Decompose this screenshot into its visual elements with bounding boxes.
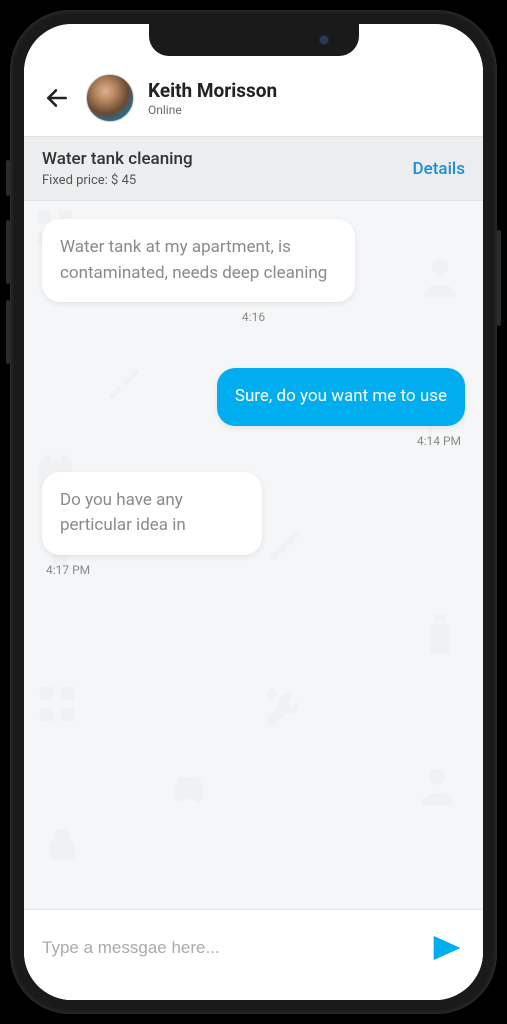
message-composer: [24, 909, 483, 1000]
message-bubble-incoming[interactable]: Do you have any perticular idea in: [42, 472, 262, 555]
job-bar: Water tank cleaning Fixed price: $ 45 De…: [24, 136, 483, 201]
job-title: Water tank cleaning: [42, 149, 193, 169]
message-row: Sure, do you want me to use 4:14 PM: [42, 368, 465, 448]
tools-icon: [259, 681, 311, 733]
details-link[interactable]: Details: [413, 159, 465, 179]
message-input[interactable]: [42, 938, 417, 958]
message-timestamp: 4:16: [242, 310, 265, 324]
job-price: Fixed price: $ 45: [42, 173, 193, 188]
message-row: Water tank at my apartment, is contamina…: [42, 219, 465, 324]
front-camera-icon: [319, 35, 329, 45]
side-button: [497, 230, 501, 326]
send-icon: [431, 932, 463, 964]
message-timestamp: 4:14 PM: [417, 434, 461, 448]
notch: [149, 24, 359, 56]
worker-icon: [413, 761, 461, 809]
phone-screen: Keith Morisson Online Water tank cleanin…: [24, 24, 483, 1000]
contact-status: Online: [148, 103, 277, 117]
bottle-icon: [417, 611, 463, 657]
back-button[interactable]: [42, 83, 72, 113]
side-button: [6, 300, 10, 364]
contact-info: Keith Morisson Online: [148, 79, 277, 117]
contact-name: Keith Morisson: [148, 79, 277, 102]
lock-icon: [40, 821, 84, 865]
side-button: [6, 220, 10, 284]
avatar[interactable]: [86, 74, 134, 122]
chat-thread[interactable]: Water tank at my apartment, is contamina…: [24, 201, 483, 909]
arrow-left-icon: [44, 85, 70, 111]
message-row: Do you have any perticular idea in 4:17 …: [42, 472, 465, 577]
phone-frame: Keith Morisson Online Water tank cleanin…: [10, 10, 497, 1014]
car-icon: [164, 761, 214, 811]
message-bubble-incoming[interactable]: Water tank at my apartment, is contamina…: [42, 219, 355, 302]
grid-icon: [34, 681, 80, 727]
message-timestamp: 4:17 PM: [46, 563, 90, 577]
message-bubble-outgoing[interactable]: Sure, do you want me to use: [217, 368, 465, 426]
send-button[interactable]: [429, 930, 465, 966]
side-button: [6, 160, 10, 196]
